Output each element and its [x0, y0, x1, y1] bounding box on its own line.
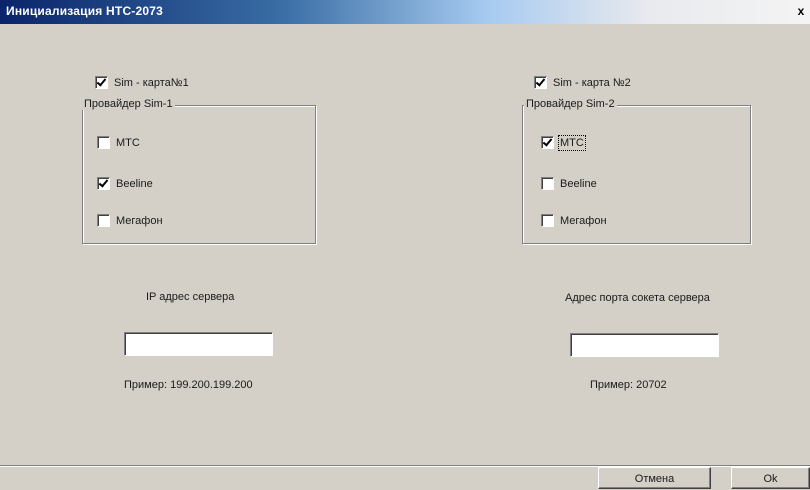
- ok-button[interactable]: Ok: [731, 467, 810, 489]
- ip-address-input[interactable]: [124, 332, 273, 356]
- port-address-input[interactable]: [570, 333, 719, 357]
- sim2-mts-box[interactable]: [541, 136, 554, 149]
- port-example-text: Пример: 20702: [590, 379, 667, 391]
- sim2-provider-megafon[interactable]: Мегафон: [541, 214, 607, 227]
- sim1-megafon-label: Мегафон: [116, 214, 163, 227]
- sim2-provider-beeline[interactable]: Beeline: [541, 177, 597, 190]
- sim1-mts-label: МТС: [116, 136, 140, 149]
- sim2-megafon-label: Мегафон: [560, 214, 607, 227]
- sim2-enable-label: Sim - карта №2: [553, 76, 631, 89]
- sim1-provider-beeline[interactable]: Beeline: [97, 177, 153, 190]
- close-icon[interactable]: x: [794, 4, 808, 18]
- init-dialog: Инициализация НТС-2073 x Sim - карта№1 П…: [0, 0, 810, 489]
- sim1-enable-checkbox[interactable]: Sim - карта№1: [95, 76, 189, 89]
- sim2-enable-checkbox[interactable]: Sim - карта №2: [534, 76, 631, 89]
- footer-divider: [0, 465, 810, 466]
- cancel-button[interactable]: Отмена: [598, 467, 711, 489]
- ip-example-text: Пример: 199.200.199.200: [124, 379, 253, 391]
- sim1-provider-mts[interactable]: МТС: [97, 136, 140, 149]
- ip-address-label: IP адрес сервера: [146, 291, 235, 303]
- sim1-beeline-label: Beeline: [116, 177, 153, 190]
- sim2-mts-label: МТС: [558, 134, 586, 151]
- sim2-beeline-box[interactable]: [541, 177, 554, 190]
- sim1-enable-box[interactable]: [95, 76, 108, 89]
- sim1-beeline-box[interactable]: [97, 177, 110, 190]
- sim2-provider-group-label: Провайдер Sim-2: [524, 98, 617, 110]
- title-bar[interactable]: Инициализация НТС-2073 x: [0, 0, 810, 24]
- sim2-provider-mts[interactable]: МТС: [541, 134, 586, 151]
- sim1-enable-label: Sim - карта№1: [114, 76, 189, 89]
- sim1-mts-box[interactable]: [97, 136, 110, 149]
- window-title: Инициализация НТС-2073: [6, 4, 164, 18]
- sim2-megafon-box[interactable]: [541, 214, 554, 227]
- sim1-provider-megafon[interactable]: Мегафон: [97, 214, 163, 227]
- sim1-megafon-box[interactable]: [97, 214, 110, 227]
- sim2-beeline-label: Beeline: [560, 177, 597, 190]
- sim1-provider-group-label: Провайдер Sim-1: [82, 98, 175, 110]
- port-address-label: Адрес порта сокета сервера: [565, 292, 710, 304]
- sim2-enable-box[interactable]: [534, 76, 547, 89]
